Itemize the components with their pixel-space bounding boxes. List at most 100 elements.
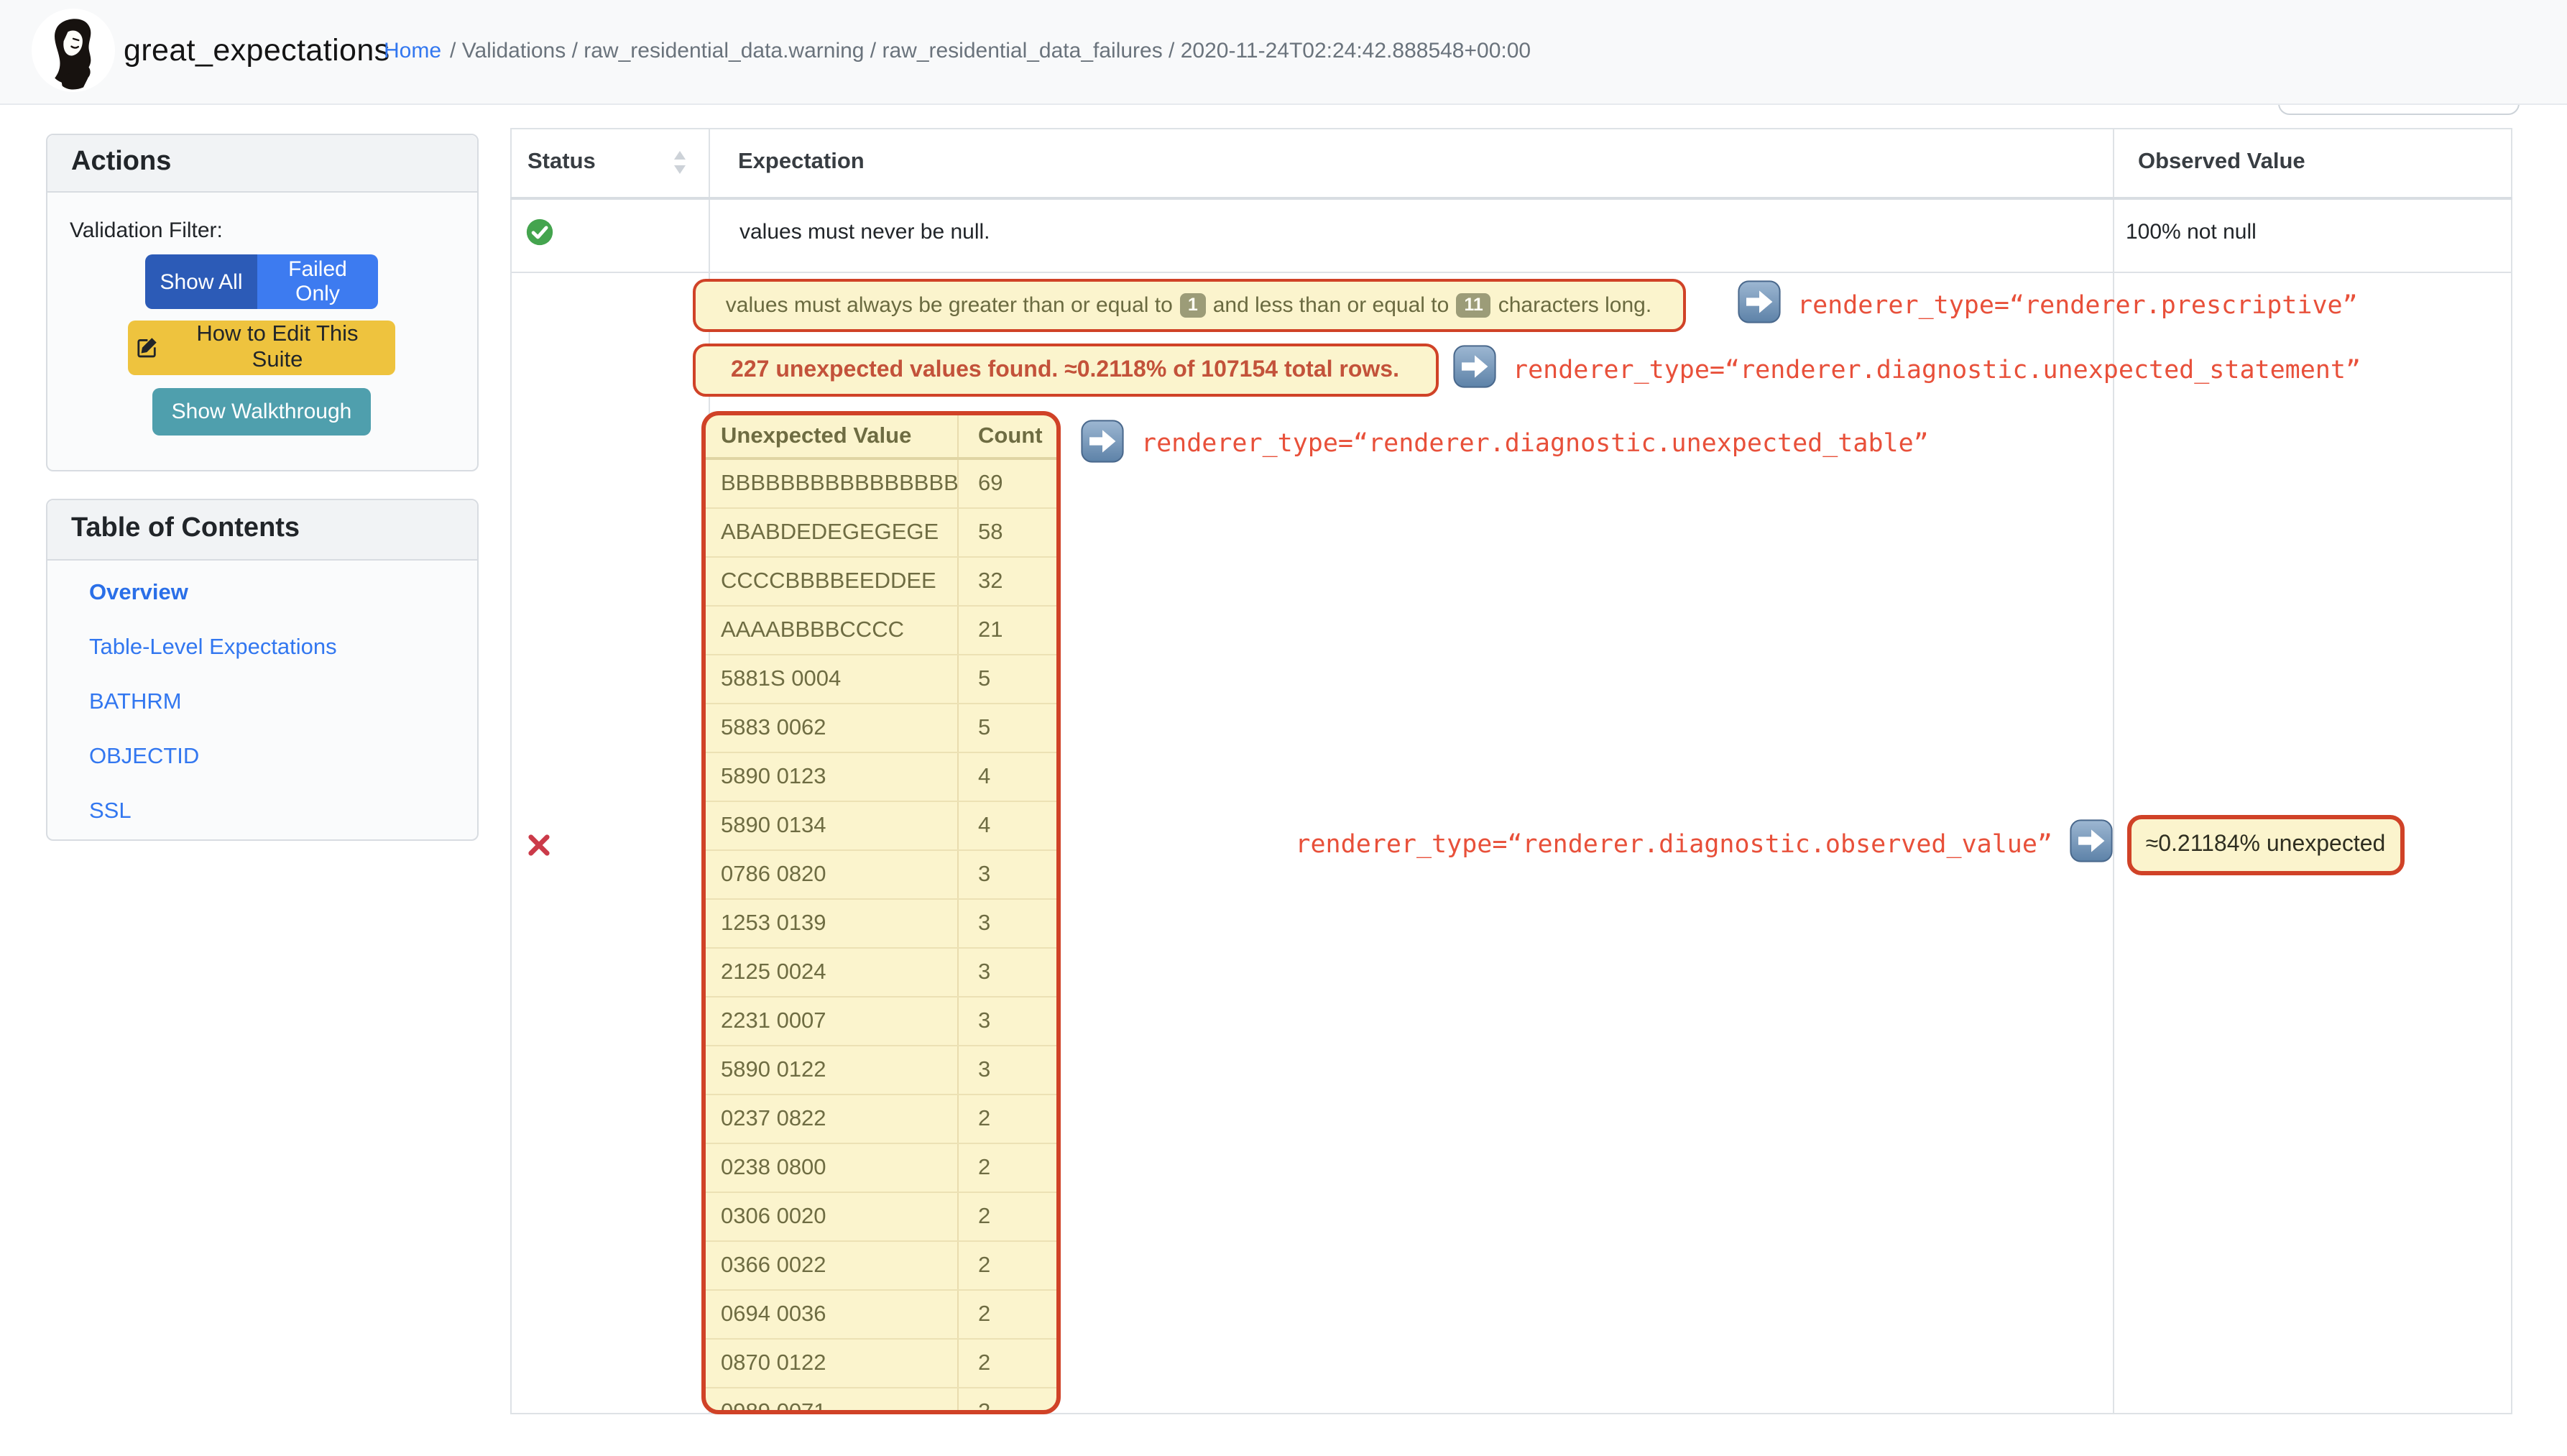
validation-filter-label: Validation Filter: [70, 218, 223, 242]
table-of-contents-panel: Table of Contents Overview Table-Level Ex… [45, 498, 478, 841]
renderer-type-annotation: renderer_type=“renderer.diagnostic.obser… [1295, 830, 2052, 859]
actions-panel-title: Actions [47, 134, 476, 192]
count-cell: 3 [957, 997, 1056, 1045]
count-cell: 32 [957, 558, 1056, 605]
unexpected-value-cell: 5890 0122 [721, 1057, 826, 1082]
unexpected-value-cell: BBBBBBBBBBBBBBBB [721, 471, 959, 495]
page: great_expectations Home / Validations / … [0, 0, 2567, 1456]
toc-link[interactable]: Table-Level Expectations [89, 620, 462, 675]
brand-title: great_expectations [124, 33, 390, 68]
right-arrow-icon [2070, 819, 2113, 870]
unexpected-value-cell: 0238 0800 [721, 1155, 826, 1179]
great-expectations-logo-icon [32, 9, 115, 92]
unexpected-value-cell: ABABDEDEGEGEGE [721, 520, 939, 544]
count-header: Count [957, 415, 1056, 457]
right-arrow-icon [1737, 280, 1780, 331]
count-cell: 5 [957, 655, 1056, 703]
toc-title: Table of Contents [47, 499, 476, 560]
count-cell: 3 [957, 1046, 1056, 1094]
unexpected-table-row: ABABDEDEGEGEGE 58 [705, 509, 1056, 558]
row-divider [510, 271, 2512, 272]
count-cell: 2 [957, 1144, 1056, 1192]
unexpected-table-row: 0366 0022 2 [705, 1242, 1056, 1291]
unexpected-table-row: 0238 0800 2 [705, 1144, 1056, 1193]
observed-value-failed-text: ≈0.21184% unexpected [2145, 831, 2386, 856]
sort-icon[interactable] [673, 151, 687, 181]
unexpected-value-cell: AAAABBBBCCCC [721, 617, 904, 642]
success-check-icon [526, 218, 553, 253]
unexpected-value-cell: 5890 0123 [721, 764, 826, 788]
count-cell: 5 [957, 704, 1056, 752]
toc-link[interactable]: BATHRM [89, 675, 462, 729]
show-all-button[interactable]: Show All [145, 254, 257, 309]
failed-only-button[interactable]: Failed Only [257, 254, 378, 309]
unexpected-value-cell: 0694 0036 [721, 1301, 826, 1326]
unexpected-table-row: CCCCBBBBEEDDEE 32 [705, 558, 1056, 607]
toc-link[interactable]: SSL [89, 784, 462, 839]
unexpected-value-cell: 0989 0071 [721, 1399, 826, 1414]
unexpected-value-cell: 5881S 0004 [721, 666, 842, 691]
right-arrow-icon [1452, 345, 1496, 395]
unexpected-table-row: 0237 0822 2 [705, 1095, 1056, 1144]
observed-value-callout: ≈0.21184% unexpected [2127, 814, 2404, 875]
unexpected-table-row: AAAABBBBCCCC 21 [705, 607, 1056, 655]
renderer-type-annotation: renderer_type=“renderer.diagnostic.unexp… [1513, 356, 2361, 384]
breadcrumb-home-link[interactable]: Home [384, 40, 441, 64]
count-cell: 2 [957, 1388, 1056, 1410]
expectation-text: values must never be null. [739, 220, 990, 244]
unexpected-value-cell: 0366 0022 [721, 1253, 826, 1277]
count-cell: 58 [957, 509, 1056, 556]
unexpected-value-header: Unexpected Value [721, 423, 912, 448]
count-cell: 3 [957, 949, 1056, 996]
header-divider [510, 196, 2512, 199]
unexpected-table-row: 2231 0007 3 [705, 997, 1056, 1046]
unexpected-table-row: 1253 0139 3 [705, 900, 1056, 949]
unexpected-value-cell: 0237 0822 [721, 1106, 826, 1130]
top-navbar: great_expectations Home / Validations / … [0, 0, 2567, 104]
toc-link[interactable]: OBJECTID [89, 729, 462, 784]
edit-suite-label: How to Edit This Suite [196, 321, 359, 372]
unexpected-value-cell: 0306 0020 [721, 1204, 826, 1228]
unexpected-value-cell: 5883 0062 [721, 715, 826, 739]
prescriptive-text: values must always be greater than or eq… [725, 293, 1173, 318]
breadcrumb-trail: / Validations / raw_residential_data.war… [450, 39, 1531, 64]
max-value-badge: 11 [1456, 293, 1491, 318]
observed-value-text: 100% not null [2126, 220, 2257, 244]
renderer-type-annotation: renderer_type=“renderer.prescriptive” [1797, 291, 2358, 320]
count-cell: 3 [957, 900, 1056, 947]
min-value-badge: 1 [1179, 293, 1206, 318]
right-arrow-icon [1081, 419, 1124, 469]
actions-panel: Actions Validation Filter: Show All Fail… [45, 133, 478, 471]
unexpected-table-row: 0870 0122 2 [705, 1340, 1056, 1388]
status-column-header[interactable]: Status [527, 149, 596, 175]
unexpected-statement-text: 227 unexpected values found. ≈0.2118% of… [731, 357, 1399, 382]
count-cell: 2 [957, 1095, 1056, 1143]
unexpected-value-cell: 2231 0007 [721, 1008, 826, 1033]
prescriptive-callout: values must always be greater than or eq… [692, 279, 1685, 332]
show-walkthrough-button[interactable]: Show Walkthrough [152, 387, 371, 435]
count-cell: 2 [957, 1242, 1056, 1289]
unexpected-table-row: 0306 0020 2 [705, 1193, 1056, 1242]
unexpected-table-row: 5890 0123 4 [705, 753, 1056, 802]
unexpected-table-row: 2125 0024 3 [705, 949, 1056, 997]
toc-link[interactable]: Overview [89, 566, 462, 620]
expectation-column-header: Expectation [738, 149, 865, 174]
unexpected-values-table: Unexpected Value Count BBBBBBBBBBBBBBBB … [701, 411, 1060, 1414]
unexpected-value-cell: 2125 0024 [721, 959, 826, 984]
unexpected-statement-callout: 227 unexpected values found. ≈0.2118% of… [692, 344, 1438, 397]
observed-value-column-header: Observed Value [2138, 149, 2305, 174]
unexpected-table-row: 0989 0071 2 [705, 1388, 1056, 1414]
edit-suite-button[interactable]: How to Edit This Suite [128, 320, 395, 375]
count-cell: 4 [957, 753, 1056, 801]
renderer-type-annotation: renderer_type=“renderer.diagnostic.unexp… [1141, 430, 1929, 459]
count-cell: 2 [957, 1193, 1056, 1240]
unexpected-table-row: 5883 0062 5 [705, 704, 1056, 753]
prescriptive-text: and less than or equal to [1212, 293, 1450, 318]
count-cell: 69 [957, 460, 1056, 507]
prescriptive-text: characters long. [1498, 293, 1652, 318]
count-cell: 2 [957, 1340, 1056, 1387]
count-cell: 2 [957, 1291, 1056, 1338]
unexpected-table-row: BBBBBBBBBBBBBBBB 69 [705, 460, 1056, 509]
unexpected-value-cell: 1253 0139 [721, 911, 826, 935]
unexpected-table-row: 0694 0036 2 [705, 1291, 1056, 1340]
